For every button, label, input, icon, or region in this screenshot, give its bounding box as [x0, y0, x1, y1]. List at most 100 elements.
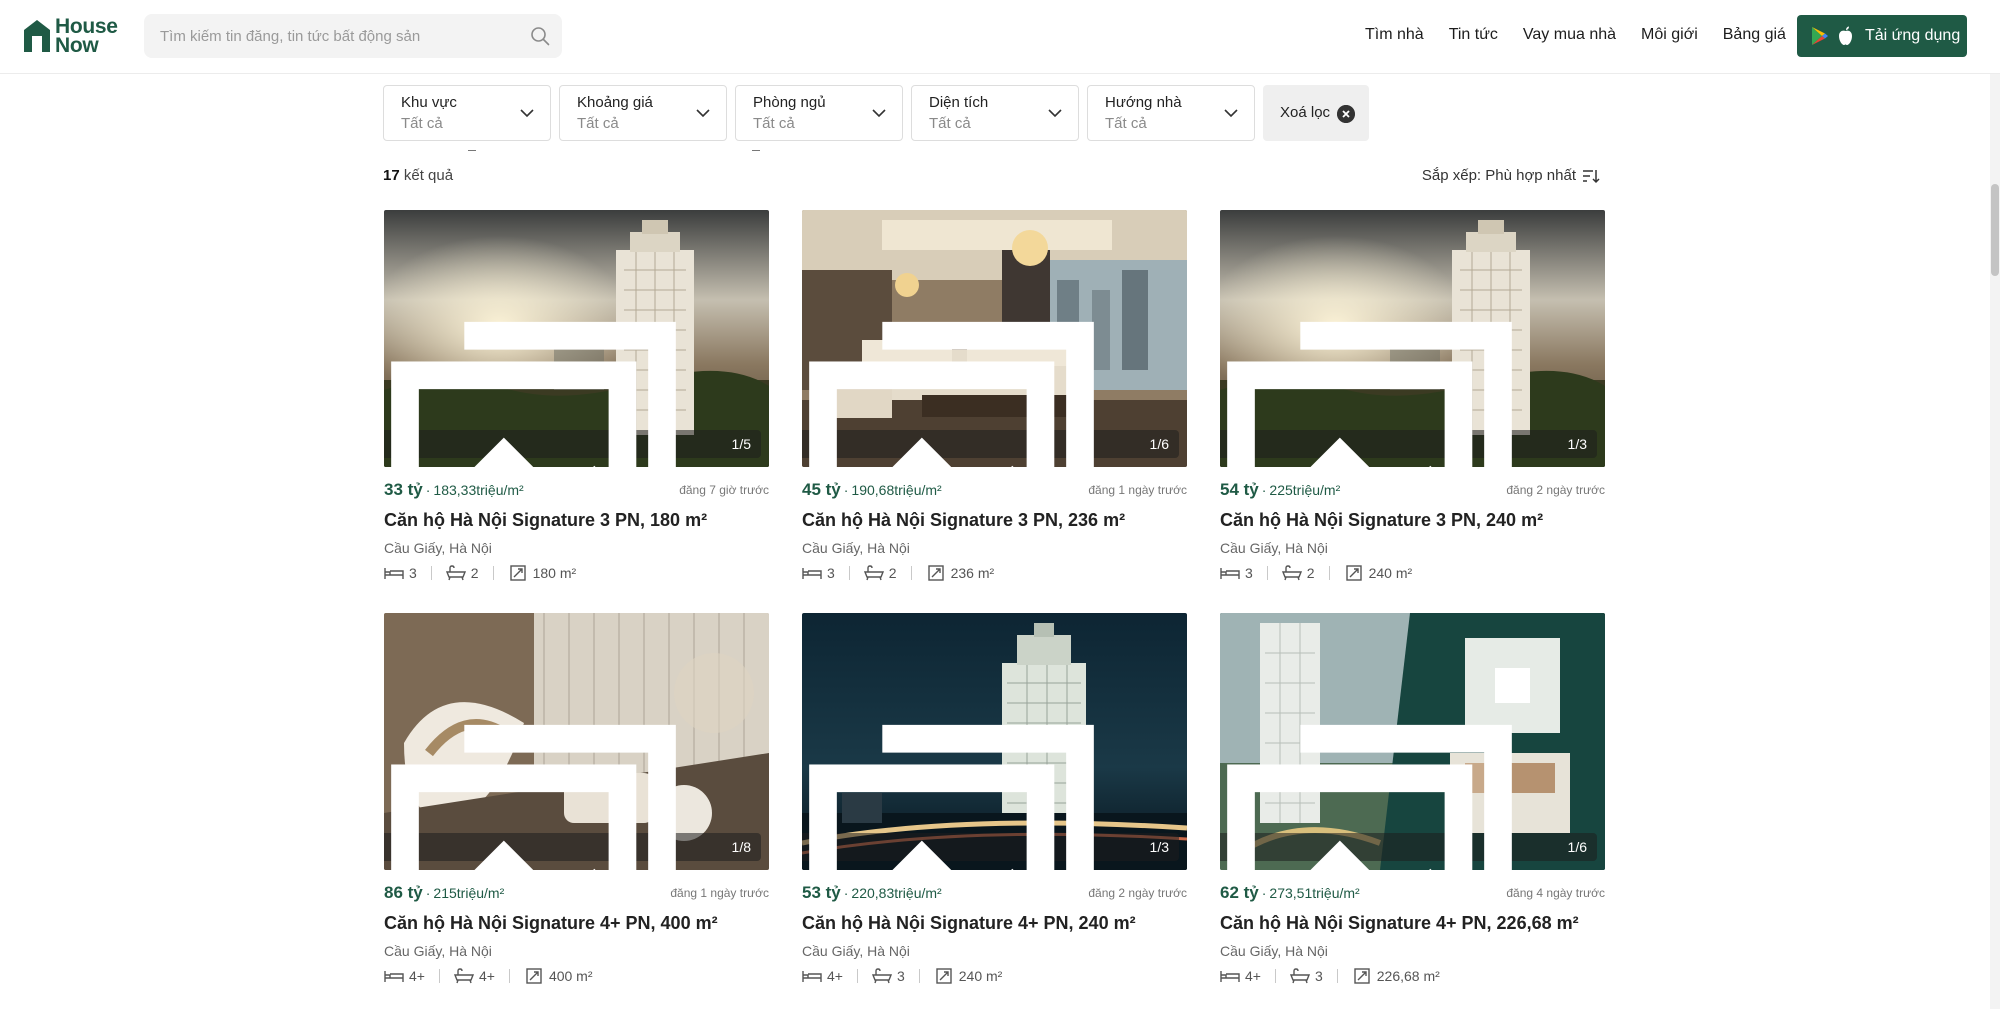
- listing-title[interactable]: Căn hộ Hà Nội Signature 3 PN, 240 m²: [1220, 510, 1543, 531]
- floor-area: 180 m²: [508, 565, 577, 581]
- listing-card[interactable]: 1/3 54 tỷ · 225triệu/m² đăng 2 ngày trước Căn…: [1220, 210, 1605, 602]
- nav-vay-mua-nha[interactable]: Vay mua nhà: [1523, 26, 1616, 44]
- bathtub-icon: [1289, 968, 1310, 984]
- floor-area: 226,68 m²: [1352, 968, 1440, 984]
- filter-phong-ngu[interactable]: Phòng ngủ Tất cả: [735, 85, 903, 141]
- search-input[interactable]: [160, 14, 520, 58]
- bed-icon: [802, 568, 822, 579]
- divider: [910, 566, 912, 580]
- bathtub-icon: [1281, 565, 1302, 581]
- area-icon: [1345, 565, 1362, 581]
- chevron-down-icon: [1224, 109, 1238, 118]
- posted-time: đăng 1 ngày trước: [1088, 483, 1187, 497]
- price-row: 53 tỷ · 220,83triệu/m² đăng 2 ngày trước: [802, 883, 1187, 905]
- photo-gallery-icon: [390, 724, 676, 870]
- nav-tim-nha[interactable]: Tìm nhà: [1365, 26, 1424, 44]
- divider: [1328, 566, 1330, 580]
- filter-label: Khoảng giá: [577, 94, 653, 111]
- filter-dien-tich[interactable]: Diện tích Tất cả: [911, 85, 1079, 141]
- floor-area: 400 m²: [524, 968, 593, 984]
- photo-count-badge: 1/6: [1220, 724, 1597, 870]
- logo-line-2: Now: [55, 34, 99, 57]
- scrollbar[interactable]: [1990, 74, 2000, 1009]
- bathrooms: 2: [863, 565, 897, 581]
- listing-photo[interactable]: 1/5: [384, 210, 769, 467]
- area-value: 180 m²: [532, 565, 577, 581]
- listing-price: 45 tỷ: [802, 480, 841, 499]
- area-value: 240 m²: [958, 968, 1003, 984]
- listing-photo[interactable]: 1/6: [802, 210, 1187, 467]
- bathrooms: 3: [871, 968, 905, 984]
- bed-icon: [384, 568, 404, 579]
- posted-time: đăng 2 ngày trước: [1088, 886, 1187, 900]
- listing-photo[interactable]: 1/8: [384, 613, 769, 870]
- area-icon: [927, 565, 944, 581]
- bathtub-icon: [445, 565, 466, 581]
- listing-card[interactable]: 1/6 62 tỷ · 273,51triệu/m² đăng 4 ngày trước…: [1220, 613, 1605, 1005]
- filter-khu-vuc[interactable]: Khu vực Tất cả: [383, 85, 551, 141]
- listing-title[interactable]: Căn hộ Hà Nội Signature 3 PN, 180 m²: [384, 510, 707, 531]
- price-separator: ·: [425, 885, 431, 901]
- bathtub-icon: [871, 968, 892, 984]
- listing-card[interactable]: 1/3 53 tỷ · 220,83triệu/m² đăng 2 ngày trước…: [802, 613, 1187, 1005]
- google-play-icon: [1812, 27, 1828, 45]
- listing-title[interactable]: Căn hộ Hà Nội Signature 4+ PN, 240 m²: [802, 913, 1136, 934]
- price-per-m2: 273,51triệu/m²: [1269, 885, 1360, 901]
- bedroom-count: 3: [1245, 565, 1253, 581]
- listing-title[interactable]: Căn hộ Hà Nội Signature 3 PN, 236 m²: [802, 510, 1125, 531]
- sort-dropdown[interactable]: Sắp xếp: Phù hợp nhất: [1422, 167, 1600, 184]
- area-value: 236 m²: [950, 565, 995, 581]
- filter-label: Hướng nhà: [1105, 94, 1182, 111]
- bathrooms: 3: [1289, 968, 1323, 984]
- bathroom-count: 3: [896, 968, 905, 984]
- price-separator: ·: [843, 885, 849, 901]
- area-value: 226,68 m²: [1376, 968, 1440, 984]
- price-per-m2: 183,33triệu/m²: [433, 482, 524, 498]
- posted-time: đăng 2 ngày trước: [1506, 483, 1605, 497]
- nav-tin-tuc[interactable]: Tin tức: [1449, 26, 1498, 44]
- listing-card[interactable]: 1/8 86 tỷ · 215triệu/m² đăng 1 ngày trước Căn…: [384, 613, 769, 1005]
- divider: [856, 969, 858, 983]
- sort-icon: [1583, 169, 1600, 183]
- scrollbar-thumb[interactable]: [1991, 184, 1999, 276]
- bedrooms: 3: [384, 565, 417, 581]
- divider: [508, 969, 510, 983]
- divider: [1274, 969, 1276, 983]
- listing-card[interactable]: 1/6 45 tỷ · 190,68triệu/m² đăng 1 ngày trước…: [802, 210, 1187, 602]
- nav-bang-gia[interactable]: Bảng giá: [1723, 26, 1786, 44]
- listing-photo[interactable]: 1/3: [1220, 210, 1605, 467]
- photo-count: 1/5: [731, 436, 751, 452]
- clear-filter-button[interactable]: Xoá lọc: [1263, 85, 1369, 141]
- listing-title[interactable]: Căn hộ Hà Nội Signature 4+ PN, 226,68 m²: [1220, 913, 1579, 934]
- bed-icon: [1220, 568, 1240, 579]
- bathrooms: 2: [1281, 565, 1315, 581]
- listing-title[interactable]: Căn hộ Hà Nội Signature 4+ PN, 400 m²: [384, 913, 718, 934]
- listing-photo[interactable]: 1/3: [802, 613, 1187, 870]
- photo-gallery-icon: [808, 724, 1094, 870]
- housenow-logo[interactable]: House Now: [22, 16, 118, 57]
- listing-price: 33 tỷ: [384, 480, 423, 499]
- price-row: 33 tỷ · 183,33triệu/m² đăng 7 giờ trước: [384, 480, 769, 502]
- listing-specs: 4+ 4+ 400 m²: [384, 965, 593, 987]
- download-app-button[interactable]: Tải ứng dụng: [1797, 15, 1967, 57]
- photo-count: 1/6: [1567, 839, 1587, 855]
- listing-specs: 4+ 3 226,68 m²: [1220, 965, 1440, 987]
- main-nav: Tìm nhà Tin tức Vay mua nhà Môi giới Bản…: [1365, 26, 1811, 44]
- listing-card[interactable]: 1/5 33 tỷ · 183,33triệu/m² đăng 7 giờ trước C…: [384, 210, 769, 602]
- bedrooms: 4+: [1220, 968, 1261, 984]
- price-row: 54 tỷ · 225triệu/m² đăng 2 ngày trước: [1220, 480, 1605, 502]
- floor-area: 240 m²: [1344, 565, 1412, 581]
- filter-huong-nha[interactable]: Hướng nhà Tất cả: [1087, 85, 1255, 141]
- area-icon: [509, 565, 526, 581]
- search-box[interactable]: [144, 14, 562, 58]
- search-icon[interactable]: [530, 26, 550, 46]
- bedrooms: 3: [1220, 565, 1253, 581]
- divider: [752, 150, 760, 151]
- listing-photo[interactable]: 1/6: [1220, 613, 1605, 870]
- filter-khoang-gia[interactable]: Khoảng giá Tất cả: [559, 85, 727, 141]
- bedrooms: 4+: [802, 968, 843, 984]
- result-count: 17 kết quả: [383, 167, 453, 184]
- posted-time: đăng 7 giờ trước: [679, 483, 769, 497]
- nav-moi-gioi[interactable]: Môi giới: [1641, 26, 1698, 44]
- photo-gallery-icon: [1226, 724, 1512, 870]
